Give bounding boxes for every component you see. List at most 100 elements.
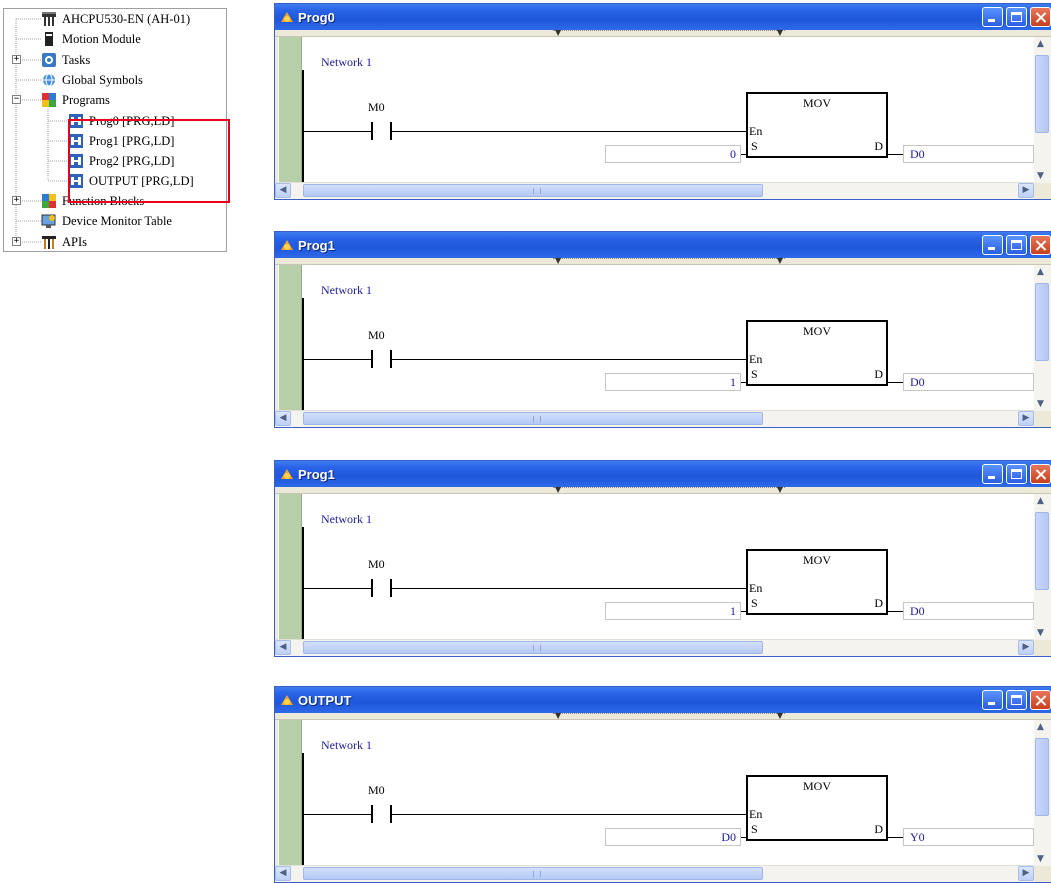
tree-item-motion-module[interactable]: Motion Module — [41, 29, 141, 49]
scroll-up-icon[interactable]: ▲ — [1037, 267, 1044, 277]
dest-operand-field[interactable]: D0 — [903, 145, 1034, 163]
contact-left-bar — [371, 350, 373, 368]
dest-operand-field[interactable]: D0 — [903, 602, 1034, 620]
function-block[interactable]: MOV En S D — [746, 549, 888, 615]
rung-wire — [304, 814, 371, 815]
d-wire — [888, 154, 903, 155]
tree-label: Tasks — [62, 52, 91, 67]
vertical-scroll-thumb[interactable] — [1035, 283, 1049, 361]
dest-operand-field[interactable]: Y0 — [903, 828, 1034, 846]
programs-expander[interactable]: − — [12, 95, 21, 104]
network-gutter[interactable] — [279, 37, 302, 183]
scroll-down-icon[interactable]: ▼ — [1037, 171, 1044, 181]
vertical-scrollbar[interactable]: ▲ ▼ — [1034, 265, 1051, 411]
minimize-button[interactable] — [982, 235, 1003, 255]
window-titlebar[interactable]: Prog0 — [275, 4, 1051, 30]
minimize-button[interactable] — [982, 464, 1003, 484]
scroll-left-icon[interactable]: ◀ — [275, 866, 291, 881]
maximize-button[interactable] — [1006, 235, 1027, 255]
horizontal-scroll-thumb[interactable] — [303, 412, 763, 425]
function-blocks-expander[interactable]: + — [12, 196, 21, 205]
maximize-button[interactable] — [1006, 690, 1027, 710]
minimize-button[interactable] — [982, 7, 1003, 27]
window-titlebar[interactable]: Prog1 — [275, 461, 1051, 487]
source-operand-field[interactable]: 1 — [605, 373, 741, 391]
contact-label[interactable]: M0 — [368, 557, 385, 572]
vertical-scroll-thumb[interactable] — [1035, 738, 1049, 816]
programs-icon — [41, 92, 57, 108]
scroll-right-icon[interactable]: ▶ — [1018, 640, 1034, 655]
close-button[interactable] — [1030, 690, 1051, 710]
horizontal-scroll-thumb[interactable] — [303, 867, 763, 880]
vertical-scroll-thumb[interactable] — [1035, 55, 1049, 133]
contact-label[interactable]: M0 — [368, 100, 385, 115]
scroll-left-icon[interactable]: ◀ — [275, 411, 291, 426]
function-block[interactable]: MOV En S D — [746, 92, 888, 158]
function-block[interactable]: MOV En S D — [746, 320, 888, 386]
scroll-left-icon[interactable]: ◀ — [275, 183, 291, 198]
vertical-scroll-thumb[interactable] — [1035, 512, 1049, 590]
network-gutter[interactable] — [279, 494, 302, 640]
dest-operand-field[interactable]: D0 — [903, 373, 1034, 391]
horizontal-scrollbar[interactable]: ◀ ▶ — [275, 410, 1034, 427]
close-button[interactable] — [1030, 235, 1051, 255]
window-titlebar[interactable]: Prog1 — [275, 232, 1051, 258]
tree-item-tasks[interactable]: Tasks — [41, 50, 90, 70]
source-operand-field[interactable]: 1 — [605, 602, 741, 620]
scroll-down-icon[interactable]: ▼ — [1037, 399, 1044, 409]
maximize-button[interactable] — [1006, 464, 1027, 484]
function-block[interactable]: MOV En S D — [746, 775, 888, 841]
contact-left-bar — [371, 122, 373, 140]
maximize-button[interactable] — [1006, 7, 1027, 27]
scroll-up-icon[interactable]: ▲ — [1037, 39, 1044, 49]
program-icon — [279, 237, 295, 253]
program-window: OUTPUT ▼ ▼ Network 1 M0 MOV En S D D0 Y0 — [274, 686, 1051, 883]
scroll-right-icon[interactable]: ▶ — [1018, 411, 1034, 426]
vertical-scrollbar[interactable]: ▲ ▼ — [1034, 494, 1051, 640]
tree-item-apis[interactable]: APIs — [41, 232, 87, 252]
scroll-right-icon[interactable]: ▶ — [1018, 183, 1034, 198]
programs-highlight-box — [68, 119, 230, 203]
program-icon — [279, 9, 295, 25]
scroll-right-icon[interactable]: ▶ — [1018, 866, 1034, 881]
horizontal-scrollbar[interactable]: ◀ ▶ — [275, 865, 1034, 882]
ruler-marker[interactable]: ▼ ▼ — [553, 256, 785, 265]
source-operand-field[interactable]: 0 — [605, 145, 741, 163]
tasks-expander[interactable]: + — [12, 55, 21, 64]
ruler-marker[interactable]: ▼ ▼ — [553, 711, 785, 720]
program-window: Prog1 ▼ ▼ Network 1 M0 MOV En S D 1 D0 ▲… — [274, 231, 1051, 428]
ruler-left-marker-icon: ▼ — [555, 485, 562, 494]
contact-label[interactable]: M0 — [368, 783, 385, 798]
pin-d: D — [874, 367, 883, 381]
network-gutter[interactable] — [279, 720, 302, 866]
scroll-corner — [1034, 640, 1051, 656]
ruler-marker[interactable]: ▼ ▼ — [553, 485, 785, 494]
window-titlebar[interactable]: OUTPUT — [275, 687, 1051, 713]
rung-wire — [392, 131, 746, 132]
ruler-marker[interactable]: ▼ ▼ — [553, 28, 785, 37]
apis-expander[interactable]: + — [12, 237, 21, 246]
source-operand-field[interactable]: D0 — [605, 828, 741, 846]
tree-item-cpu[interactable]: AHCPU530-EN (AH-01) — [41, 9, 190, 29]
function-name: MOV — [802, 96, 831, 110]
monitor-table-icon — [41, 213, 57, 229]
scroll-down-icon[interactable]: ▼ — [1037, 628, 1044, 638]
tree-item-device-monitor-table[interactable]: Device Monitor Table — [41, 211, 172, 231]
tree-item-global-symbols[interactable]: Global Symbols — [41, 70, 143, 90]
horizontal-scroll-thumb[interactable] — [303, 184, 763, 197]
vertical-scrollbar[interactable]: ▲ ▼ — [1034, 720, 1051, 866]
close-button[interactable] — [1030, 464, 1051, 484]
tree-item-programs[interactable]: Programs — [41, 90, 110, 110]
scroll-down-icon[interactable]: ▼ — [1037, 854, 1044, 864]
close-button[interactable] — [1030, 7, 1051, 27]
minimize-button[interactable] — [982, 690, 1003, 710]
vertical-scrollbar[interactable]: ▲ ▼ — [1034, 37, 1051, 183]
horizontal-scrollbar[interactable]: ◀ ▶ — [275, 639, 1034, 656]
horizontal-scrollbar[interactable]: ◀ ▶ — [275, 182, 1034, 199]
network-gutter[interactable] — [279, 265, 302, 411]
horizontal-scroll-thumb[interactable] — [303, 641, 763, 654]
contact-label[interactable]: M0 — [368, 328, 385, 343]
scroll-up-icon[interactable]: ▲ — [1037, 496, 1044, 506]
scroll-up-icon[interactable]: ▲ — [1037, 722, 1044, 732]
scroll-left-icon[interactable]: ◀ — [275, 640, 291, 655]
